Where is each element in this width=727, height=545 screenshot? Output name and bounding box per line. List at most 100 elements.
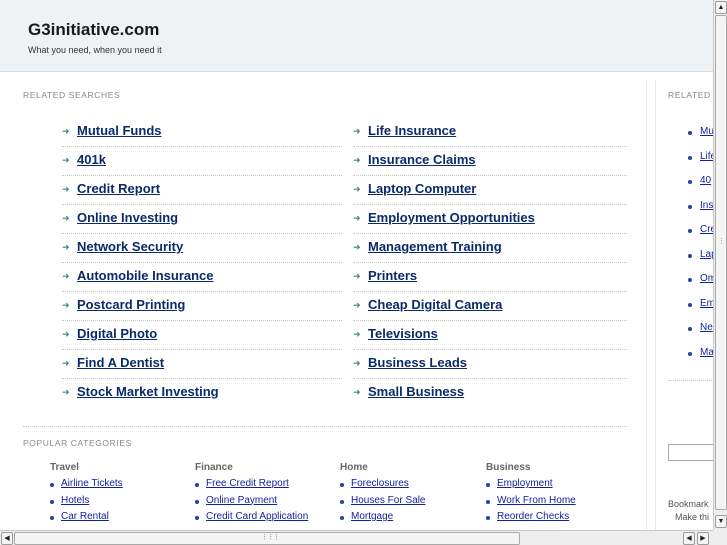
bullet-icon: [688, 229, 692, 233]
category-link[interactable]: Free Credit Report: [206, 478, 289, 489]
sidebar-link[interactable]: Life: [700, 151, 713, 162]
site-title[interactable]: G3initiative.com: [28, 20, 159, 40]
right-arrow-icon: ➜: [62, 300, 70, 310]
right-arrow-icon: ➜: [62, 271, 70, 281]
bullet-icon: [486, 516, 490, 520]
category-item: Reorder Checks: [486, 511, 626, 528]
category-title: Travel: [50, 462, 79, 473]
category-item: Online Payment: [195, 495, 335, 512]
related-link-row: ➜ Printers: [353, 263, 627, 292]
right-sidebar: RELATED Mu Life 40 Ins Cre Lap Om Em Ne …: [655, 80, 713, 530]
right-arrow-icon: ➜: [62, 242, 70, 252]
right-arrow-icon: ➜: [62, 387, 70, 397]
related-link-row: ➜ Employment Opportunities: [353, 205, 627, 234]
category-link[interactable]: Airline Tickets: [61, 478, 123, 489]
sidebar-link[interactable]: Ma: [700, 347, 713, 358]
category-link[interactable]: Online Payment: [206, 495, 277, 506]
sidebar-link[interactable]: 40: [700, 175, 711, 186]
category-link[interactable]: Hotels: [61, 495, 89, 506]
bullet-icon: [688, 303, 692, 307]
related-link-row: ➜ Online Investing: [62, 205, 342, 234]
related-link-row: ➜ Insurance Claims: [353, 147, 627, 176]
related-link-row: ➜ Network Security: [62, 234, 342, 263]
related-link[interactable]: Printers: [368, 268, 417, 283]
grip-icon: ⋮⋮⋮: [261, 534, 280, 541]
related-link[interactable]: Employment Opportunities: [368, 210, 535, 225]
category-title: Finance: [195, 462, 233, 473]
related-link[interactable]: Small Business: [368, 384, 464, 399]
related-link-row: ➜ Postcard Printing: [62, 292, 342, 321]
category-link[interactable]: Car Rental: [61, 511, 109, 522]
category-link[interactable]: Mortgage: [351, 511, 393, 522]
make-homepage-text[interactable]: Make thi: [675, 512, 709, 522]
related-link-row: ➜ 401k: [62, 147, 342, 176]
related-link[interactable]: Network Security: [77, 239, 183, 254]
related-link[interactable]: Automobile Insurance: [77, 268, 214, 283]
related-link-row: ➜ Digital Photo: [62, 321, 342, 350]
sidebar-link[interactable]: Em: [700, 298, 713, 309]
sidebar-link[interactable]: Mu: [700, 126, 713, 137]
related-link[interactable]: Cheap Digital Camera: [368, 297, 502, 312]
scroll-up-icon[interactable]: ▲: [715, 1, 727, 14]
related-link[interactable]: Business Leads: [368, 355, 467, 370]
sidebar-heading: RELATED: [668, 90, 711, 100]
horizontal-scrollbar[interactable]: ◀ ⋮⋮⋮ ◀ ▶: [0, 530, 713, 545]
right-arrow-icon: ➜: [353, 300, 361, 310]
sidebar-link[interactable]: Cre: [700, 224, 713, 235]
bullet-icon: [688, 156, 692, 160]
related-link[interactable]: Digital Photo: [77, 326, 157, 341]
category-item: Hotels: [50, 495, 190, 512]
right-arrow-icon: ➜: [353, 184, 361, 194]
category-item: Credit Card Application: [195, 511, 335, 528]
sidebar-link[interactable]: Lap: [700, 249, 713, 260]
site-header: G3initiative.com What you need, when you…: [0, 0, 713, 72]
related-link[interactable]: Insurance Claims: [368, 152, 476, 167]
related-link[interactable]: Mutual Funds: [77, 123, 162, 138]
related-link[interactable]: Online Investing: [77, 210, 178, 225]
sidebar-link[interactable]: Om: [700, 273, 713, 284]
vertical-scrollbar[interactable]: ▲ ⋮⋮⋮ ▼: [713, 0, 727, 530]
related-link[interactable]: Laptop Computer: [368, 181, 476, 196]
related-link[interactable]: Televisions: [368, 326, 438, 341]
category-link[interactable]: Foreclosures: [351, 478, 409, 489]
category-link[interactable]: Employment: [497, 478, 553, 489]
category-item: Free Credit Report: [195, 478, 335, 495]
scroll-down-icon[interactable]: ▼: [715, 515, 727, 528]
related-link[interactable]: Stock Market Investing: [77, 384, 219, 399]
category-link[interactable]: Houses For Sale: [351, 495, 425, 506]
sidebar-link[interactable]: Ne: [700, 322, 713, 333]
category-link[interactable]: Work From Home: [497, 495, 576, 506]
scroll-right-icon[interactable]: ▶: [697, 532, 709, 545]
sidebar-search-input[interactable]: [668, 444, 713, 461]
related-link[interactable]: Management Training: [368, 239, 502, 254]
related-link-row: ➜ Find A Dentist: [62, 350, 342, 379]
vertical-scroll-thumb[interactable]: ⋮⋮⋮: [715, 15, 727, 510]
related-searches-heading: RELATED SEARCHES: [23, 90, 121, 100]
category-item: Airline Tickets: [50, 478, 190, 495]
horizontal-scroll-thumb[interactable]: ⋮⋮⋮: [14, 532, 520, 545]
category-link[interactable]: Reorder Checks: [497, 511, 569, 522]
right-arrow-icon: ➜: [353, 329, 361, 339]
related-link[interactable]: Credit Report: [77, 181, 160, 196]
related-link-row: ➜ Televisions: [353, 321, 627, 350]
related-link[interactable]: Life Insurance: [368, 123, 456, 138]
category-link[interactable]: Credit Card Application: [206, 511, 308, 522]
sidebar-link[interactable]: Ins: [700, 200, 713, 211]
related-link[interactable]: 401k: [77, 152, 106, 167]
category-item: Houses For Sale: [340, 495, 480, 512]
right-arrow-icon: ➜: [62, 213, 70, 223]
right-arrow-icon: ➜: [62, 126, 70, 136]
scrollbar-corner: [713, 530, 727, 545]
bullet-icon: [50, 483, 54, 487]
bullet-icon: [486, 499, 490, 504]
right-arrow-icon: ➜: [353, 358, 361, 368]
bullet-icon: [50, 499, 54, 504]
scroll-left-icon[interactable]: ◀: [683, 532, 695, 545]
related-link[interactable]: Postcard Printing: [77, 297, 185, 312]
right-arrow-icon: ➜: [353, 155, 361, 165]
right-arrow-icon: ➜: [62, 184, 70, 194]
right-arrow-icon: ➜: [62, 329, 70, 339]
scroll-left-icon[interactable]: ◀: [1, 532, 13, 545]
bookmark-text[interactable]: Bookmark: [668, 499, 709, 509]
related-link[interactable]: Find A Dentist: [77, 355, 164, 370]
